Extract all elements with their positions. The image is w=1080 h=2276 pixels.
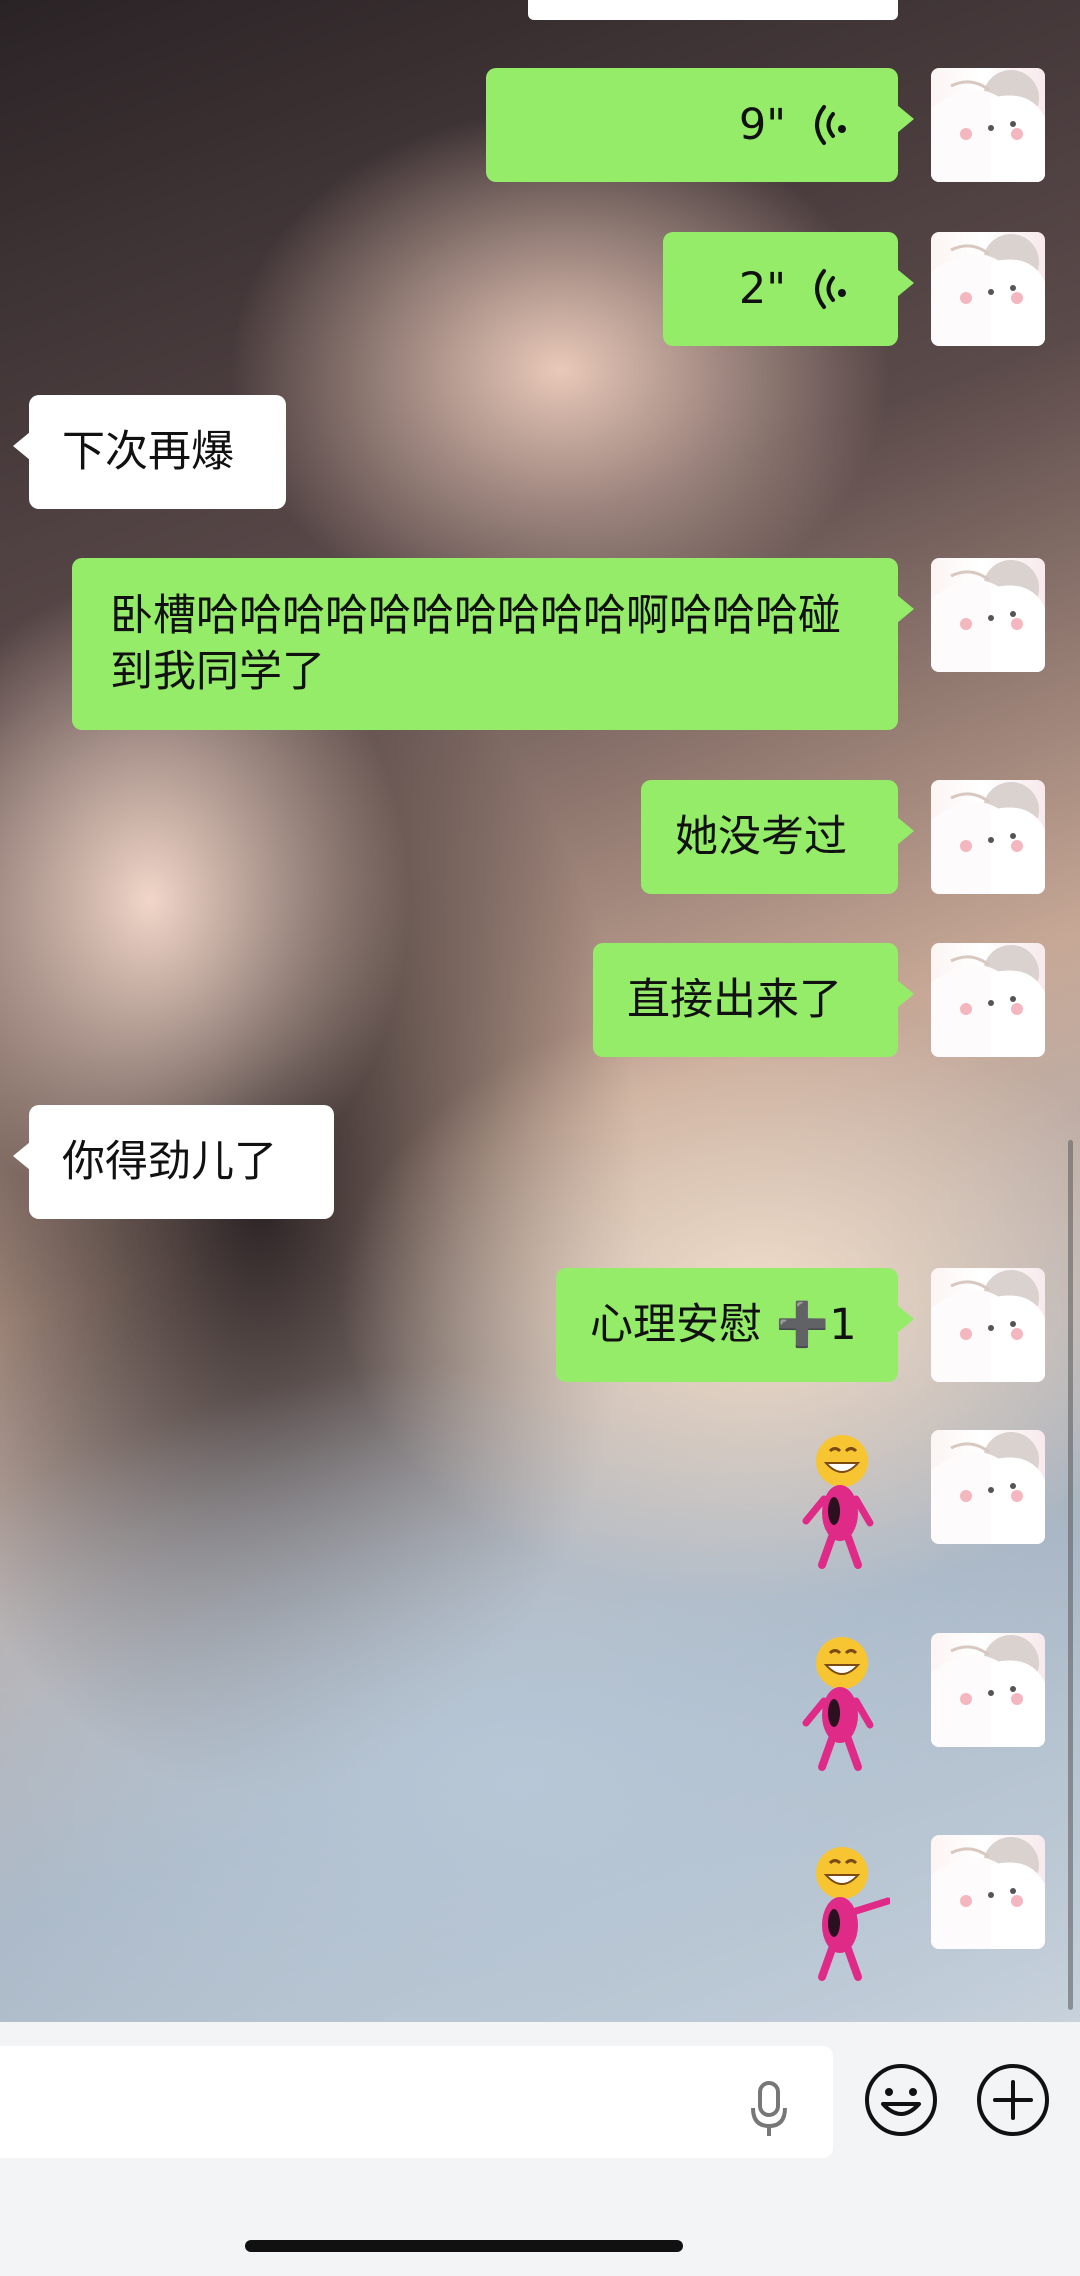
message-text: 你得劲儿了: [62, 1137, 277, 1187]
voice-duration: 9": [738, 100, 786, 150]
voice-wave-icon: [815, 105, 846, 145]
dancing-sticker[interactable]: [800, 1433, 890, 1573]
voice-message-bubble[interactable]: 9": [486, 68, 914, 182]
sent-message-bubble[interactable]: 卧槽哈哈哈哈哈哈哈哈哈哈啊哈哈哈碰到我同学了: [72, 558, 914, 730]
message-text: 直接出来了: [627, 975, 842, 1025]
dancing-sticker[interactable]: [800, 1635, 890, 1775]
message-input[interactable]: [0, 2046, 833, 2158]
previous-message-fragment: [528, 0, 898, 20]
avatar[interactable]: [931, 1835, 1045, 1949]
emoji-icon[interactable]: [863, 2062, 939, 2138]
plus-icon[interactable]: [975, 2062, 1051, 2138]
voice-wave-icon: [815, 269, 846, 309]
avatar[interactable]: [931, 68, 1045, 182]
home-indicator[interactable]: [245, 2240, 683, 2252]
sent-message-bubble[interactable]: 心理安慰 ➕1: [556, 1268, 914, 1382]
avatar[interactable]: [931, 558, 1045, 672]
received-message-bubble[interactable]: 下次再爆: [13, 395, 286, 509]
scrollbar[interactable]: [1068, 1140, 1073, 2010]
avatar[interactable]: [931, 943, 1045, 1057]
received-message-bubble[interactable]: 你得劲儿了: [13, 1105, 334, 1219]
sent-message-bubble[interactable]: 她没考过: [641, 780, 914, 894]
message-text: 卧槽哈哈哈哈哈哈哈哈哈哈啊哈哈哈碰到我同学了: [110, 591, 841, 697]
avatar[interactable]: [931, 1268, 1045, 1382]
voice-message-bubble[interactable]: 2": [663, 232, 914, 346]
pointing-sticker[interactable]: [800, 1845, 890, 1985]
message-text: 她没考过: [675, 812, 847, 862]
avatar[interactable]: [931, 780, 1045, 894]
message-text: 下次再爆: [62, 427, 234, 477]
avatar[interactable]: [931, 1430, 1045, 1544]
chat-background: [0, 0, 1080, 2022]
message-text: 心理安慰 ➕1: [590, 1300, 857, 1350]
microphone-icon[interactable]: [749, 2080, 789, 2138]
voice-duration: 2": [738, 264, 786, 314]
sent-message-bubble[interactable]: 直接出来了: [593, 943, 914, 1057]
avatar[interactable]: [931, 1633, 1045, 1747]
avatar[interactable]: [931, 232, 1045, 346]
